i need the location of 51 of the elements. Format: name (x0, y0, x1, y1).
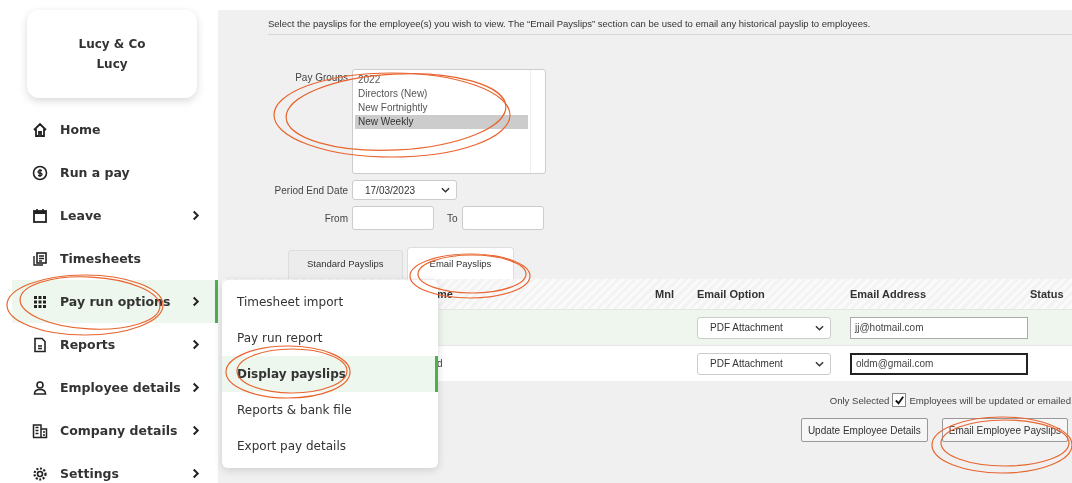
document-icon (32, 250, 48, 267)
tab[interactable]: Standard Payslips (288, 250, 403, 279)
nav-item[interactable]: Reports (12, 323, 218, 366)
from-field[interactable] (352, 206, 434, 230)
nav-item[interactable]: Company details (12, 409, 218, 452)
column-header: Status (1030, 288, 1064, 300)
instruction-text: Select the payslips for the employee(s) you wish to view. The “Email Payslips” section can be used to email any historical payslip to employees. (268, 18, 1072, 35)
option-label: Only Selected (829, 394, 890, 406)
option-label: Employees will be updated or emailed (909, 394, 1071, 406)
nav-item[interactable]: Leave (12, 194, 218, 237)
email-option-select[interactable]: PDF Attachment (697, 316, 831, 339)
email-field[interactable]: jj@hotmail.com (850, 316, 1028, 339)
tab[interactable]: Email Payslips (406, 247, 515, 279)
submenu-item[interactable]: Export pay details (222, 428, 438, 464)
list-option[interactable]: 2022 (355, 73, 528, 87)
list-option[interactable]: Directors (New) (355, 87, 528, 101)
column-header: Email Option (697, 288, 766, 300)
file-icon (32, 336, 48, 353)
user-name: Lucy (96, 57, 128, 71)
email-option-select[interactable]: PDF Attachment (697, 352, 831, 375)
to-field[interactable] (461, 206, 544, 230)
field-label: Period End Date (273, 184, 348, 196)
submenu-item[interactable]: Display payslips (222, 356, 438, 392)
dropdown-caret-icon (815, 324, 824, 331)
grid-icon (32, 293, 48, 310)
gear-icon (32, 465, 48, 482)
dropdown-caret-icon (815, 360, 824, 367)
building-icon (32, 422, 48, 439)
submenu-item[interactable]: Reports & bank file (222, 392, 438, 428)
column-header: Email Address (850, 288, 927, 300)
nav-item[interactable]: Home (12, 108, 218, 151)
dropdown-caret-icon (441, 187, 450, 193)
field-label: To (447, 212, 458, 224)
date-select[interactable]: 17/03/2023 (352, 180, 457, 200)
checkbox[interactable] (892, 393, 907, 407)
nav-item[interactable]: Employee details (12, 366, 218, 409)
list-option[interactable]: New Fortnightly (355, 101, 528, 115)
column-header: Mnl (655, 288, 675, 300)
person-icon (32, 379, 48, 396)
nav-item[interactable]: Run a pay (12, 151, 218, 194)
nav-item[interactable]: Settings (12, 452, 218, 483)
pay-groups-list[interactable]: 2022 Directors (New) New Fortnightly New Weekly (352, 69, 546, 174)
calendar-icon (32, 207, 48, 224)
nav-item[interactable]: Timesheets (12, 237, 218, 280)
update-button[interactable]: Update Employee Details (800, 418, 928, 442)
list-option[interactable]: New Weekly (355, 115, 528, 129)
email-field[interactable]: oldm@gmail.com (850, 352, 1028, 375)
dollar-icon (32, 164, 48, 181)
company-name: Lucy & Co (78, 37, 146, 51)
field-label: From (323, 212, 348, 224)
home-icon (32, 121, 48, 138)
